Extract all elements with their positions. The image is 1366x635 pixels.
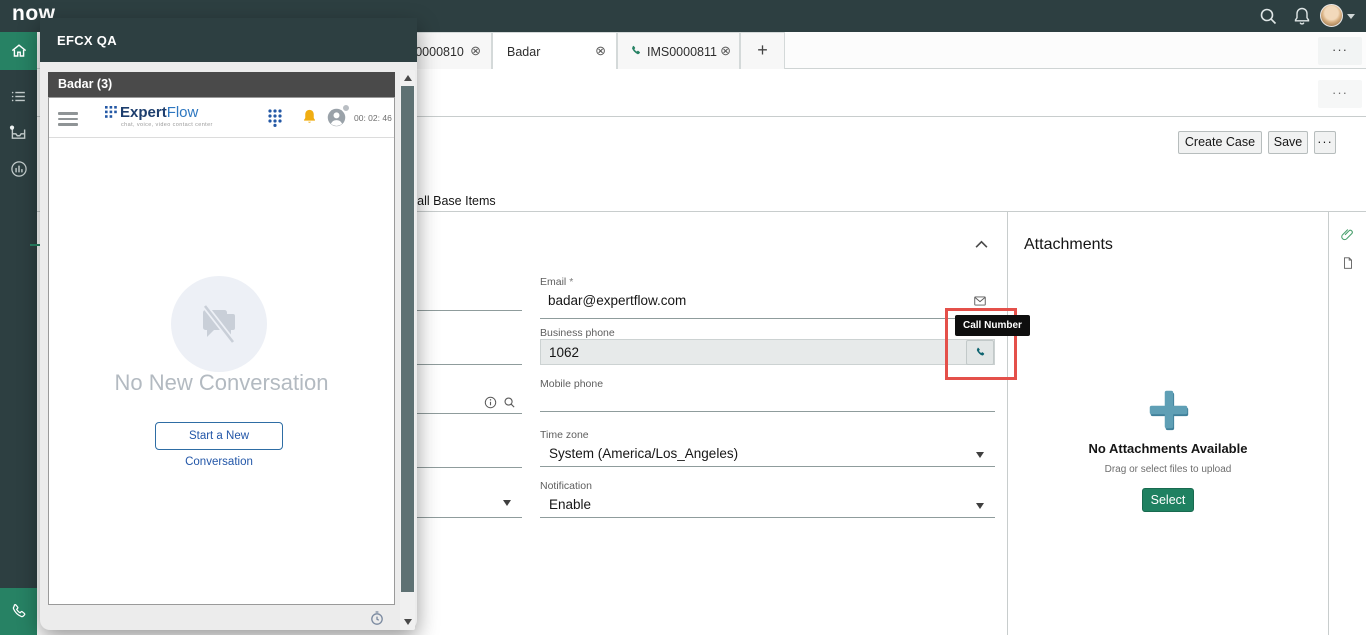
user-avatar[interactable] bbox=[1320, 4, 1343, 27]
time-zone-select[interactable]: System (America/Los_Angeles) bbox=[549, 446, 738, 461]
avatar-menu-caret-icon[interactable] bbox=[1347, 14, 1355, 19]
select-files-button[interactable]: Select bbox=[1142, 488, 1194, 512]
tab-close-icon[interactable]: ⊗ bbox=[470, 44, 481, 58]
home-icon bbox=[9, 41, 29, 61]
time-zone-label: Time zone bbox=[540, 429, 589, 441]
chart-circle-icon bbox=[9, 159, 29, 179]
agent-status-dot bbox=[342, 104, 350, 112]
start-conversation-button[interactable]: Start a New Conversation bbox=[155, 422, 283, 450]
document-icon[interactable] bbox=[1341, 256, 1355, 270]
left-sidebar bbox=[0, 32, 37, 635]
tab-close-icon[interactable]: ⊗ bbox=[720, 44, 731, 58]
brand-name-bold: Expert bbox=[120, 104, 167, 121]
sidebar-item-dashboards[interactable] bbox=[0, 152, 37, 186]
notification-caret-icon[interactable] bbox=[976, 503, 984, 509]
business-phone-field[interactable]: 1062 bbox=[540, 339, 995, 365]
expertflow-widget: ExpertFlow chat, voice, video contact ce… bbox=[48, 97, 395, 605]
brand-tagline: chat, voice, video contact center bbox=[121, 122, 213, 128]
tab-close-icon[interactable]: ⊗ bbox=[595, 44, 606, 58]
new-tab-button[interactable]: + bbox=[740, 32, 785, 69]
overlay-title: EFCX QA bbox=[57, 33, 117, 48]
search-icon[interactable] bbox=[1258, 6, 1278, 26]
sidebar-item-home[interactable] bbox=[0, 32, 37, 70]
sidebar-section-separator bbox=[30, 244, 40, 246]
sidebar-item-phone-panel[interactable] bbox=[0, 588, 37, 635]
create-case-button[interactable]: Create Case bbox=[1178, 131, 1262, 154]
record-header-more-button[interactable]: ··· bbox=[1318, 80, 1362, 108]
business-phone-label: Business phone bbox=[540, 327, 615, 339]
overlay-header: EFCX QA bbox=[40, 18, 417, 62]
expertflow-logo: ExpertFlow bbox=[120, 104, 198, 122]
conversation-header[interactable]: Badar (3) bbox=[48, 72, 395, 97]
attachments-panel-divider bbox=[1007, 212, 1008, 635]
info-icon[interactable] bbox=[484, 396, 497, 409]
tab-ims0000811[interactable]: IMS0000811 ⊗ bbox=[617, 32, 740, 69]
tab-label: Badar bbox=[507, 45, 540, 59]
brand-name-light: Flow bbox=[167, 104, 199, 121]
time-zone-underline bbox=[540, 466, 995, 467]
tab-label: IMS0000811 bbox=[647, 45, 717, 59]
left-dropdown-caret-icon[interactable] bbox=[503, 500, 511, 506]
scroll-up-arrow-icon[interactable] bbox=[404, 75, 412, 81]
form-more-button[interactable]: ··· bbox=[1314, 131, 1336, 154]
sidebar-item-lists[interactable] bbox=[0, 80, 37, 112]
chat-off-icon bbox=[195, 300, 243, 348]
required-mark: * bbox=[569, 276, 573, 288]
no-conversation-illustration bbox=[171, 276, 267, 372]
expertflow-grid-logo-icon bbox=[105, 106, 117, 118]
mobile-phone-underline bbox=[540, 411, 995, 412]
agent-avatar-icon[interactable] bbox=[326, 107, 347, 128]
attachments-empty-title: No Attachments Available bbox=[1008, 441, 1328, 456]
attachments-panel-title: Attachments bbox=[1024, 236, 1113, 254]
overlay-scrollbar[interactable] bbox=[400, 70, 415, 630]
time-zone-caret-icon[interactable] bbox=[976, 452, 984, 458]
phone-icon bbox=[629, 44, 643, 58]
widget-bell-icon[interactable] bbox=[301, 108, 318, 125]
widget-header: ExpertFlow chat, voice, video contact ce… bbox=[49, 98, 394, 138]
scrollbar-thumb[interactable] bbox=[401, 86, 414, 592]
attachments-empty-hint: Drag or select files to upload bbox=[1008, 464, 1328, 475]
inbox-icon bbox=[8, 122, 29, 143]
sidebar-item-inbox[interactable] bbox=[0, 114, 37, 150]
collapse-section-chevron-icon[interactable] bbox=[974, 240, 989, 249]
tab-strip-more-button[interactable]: ··· bbox=[1318, 37, 1362, 65]
reference-lookup-icon[interactable] bbox=[503, 396, 516, 409]
phone-icon bbox=[9, 602, 29, 622]
email-underline bbox=[540, 318, 995, 319]
call-number-tooltip: Call Number bbox=[955, 315, 1030, 336]
scroll-down-arrow-icon[interactable] bbox=[404, 619, 412, 625]
dialpad-icon[interactable] bbox=[268, 109, 282, 127]
email-envelope-icon[interactable] bbox=[973, 294, 987, 308]
email-field[interactable]: badar@expertflow.com bbox=[548, 293, 686, 308]
efcx-qa-overlay-panel: EFCX QA Badar (3) ExpertFlow chat, voice… bbox=[40, 18, 417, 630]
list-icon bbox=[9, 87, 28, 106]
email-field-label: Email * bbox=[540, 276, 573, 288]
tab-badar-active[interactable]: Badar ⊗ bbox=[492, 32, 617, 70]
call-timer: 00: 02: 46 bbox=[354, 113, 392, 123]
timer-clock-icon[interactable] bbox=[369, 610, 385, 626]
hamburger-menu-icon[interactable] bbox=[58, 109, 78, 129]
servicenow-workspace: now IMS0000810 ⊗ B bbox=[0, 0, 1366, 635]
paperclip-icon[interactable] bbox=[1340, 227, 1355, 242]
save-button[interactable]: Save bbox=[1268, 131, 1308, 154]
utility-strip-divider bbox=[1328, 212, 1329, 635]
mobile-phone-label: Mobile phone bbox=[540, 378, 603, 390]
notification-select[interactable]: Enable bbox=[549, 497, 591, 512]
no-conversation-title: No New Conversation bbox=[49, 370, 394, 396]
add-attachment-plus-icon[interactable] bbox=[1146, 387, 1191, 432]
notification-label: Notification bbox=[540, 480, 592, 492]
notifications-bell-icon[interactable] bbox=[1292, 6, 1312, 26]
notification-underline bbox=[540, 517, 995, 518]
